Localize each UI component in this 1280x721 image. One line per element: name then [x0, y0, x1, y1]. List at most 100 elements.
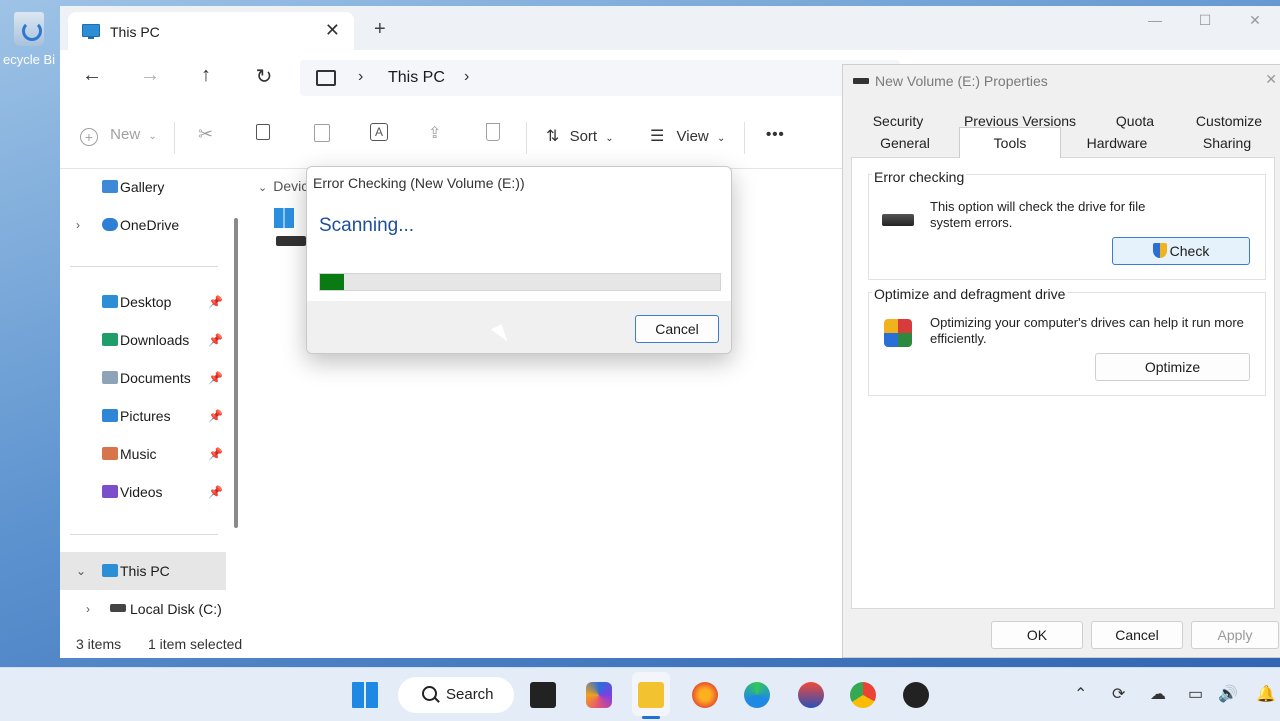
cloud-icon — [102, 218, 118, 231]
error-checking-description: This option will check the drive for fil… — [930, 199, 1146, 230]
chevron-down-icon: ⌄ — [258, 182, 268, 194]
chevron-right-icon[interactable]: › — [358, 68, 363, 86]
new-button[interactable]: + New ⌄ — [80, 126, 157, 146]
display-icon[interactable]: ▭ — [1188, 684, 1203, 704]
selection-count: 1 item selected — [148, 636, 243, 652]
content-group-header[interactable]: ⌄ Devic — [258, 178, 308, 194]
pin-icon[interactable]: 📌 — [208, 473, 223, 511]
drive-icon — [110, 604, 126, 612]
start-button[interactable] — [352, 682, 378, 708]
tab-general[interactable]: General — [855, 135, 955, 151]
window-controls: — ☐ ✕ — [1130, 6, 1280, 36]
pin-icon[interactable]: 📌 — [208, 435, 223, 473]
audio-app-icon[interactable] — [798, 682, 824, 708]
sync-icon[interactable]: ⟳ — [1112, 684, 1125, 704]
sidebar-item-gallery[interactable]: Gallery — [60, 168, 226, 206]
chrome-icon[interactable] — [850, 682, 876, 708]
tab-sharing[interactable]: Sharing — [1179, 135, 1275, 151]
cloud-offline-icon[interactable]: ☁ — [1150, 684, 1166, 704]
back-button[interactable]: ← — [78, 64, 106, 87]
optimize-button[interactable]: Optimize — [1095, 353, 1250, 381]
pin-icon[interactable]: 📌 — [208, 359, 223, 397]
media-player-icon[interactable] — [903, 682, 929, 708]
chevron-down-icon: ⌄ — [716, 133, 726, 144]
tab-this-pc[interactable]: This PC ✕ — [68, 12, 354, 52]
cancel-button[interactable]: Cancel — [1091, 621, 1183, 649]
item-count: 3 items — [76, 636, 122, 652]
address-bar[interactable]: › This PC › — [300, 60, 900, 96]
delete-icon[interactable] — [486, 123, 500, 145]
volume-icon[interactable]: 🔊 — [1218, 684, 1238, 704]
sidebar-item-music[interactable]: Music 📌 — [60, 435, 226, 473]
drive-icon[interactable] — [276, 236, 306, 246]
tools-panel: Error checking This option will check th… — [851, 157, 1275, 609]
pin-icon[interactable]: 📌 — [208, 321, 223, 359]
sidebar-item-local-disk[interactable]: › Local Disk (C:) — [60, 590, 226, 628]
sidebar-item-videos[interactable]: Videos 📌 — [60, 473, 226, 511]
edge-icon[interactable] — [744, 682, 770, 708]
new-tab-button[interactable]: + — [374, 18, 386, 41]
sidebar-item-downloads[interactable]: Downloads 📌 — [60, 321, 226, 359]
properties-title: New Volume (E:) Properties — [875, 73, 1048, 89]
forward-button[interactable]: → — [136, 64, 164, 87]
notification-bell-icon[interactable]: 🔔 — [1256, 684, 1276, 704]
copilot-icon[interactable] — [586, 682, 612, 708]
sidebar-item-documents[interactable]: Documents 📌 — [60, 359, 226, 397]
defragment-icon — [884, 319, 912, 347]
sort-icon: ⇅ — [546, 128, 560, 145]
chevron-right-icon[interactable]: › — [76, 206, 80, 244]
rename-icon[interactable]: A — [370, 123, 388, 141]
firefox-icon[interactable] — [692, 682, 718, 708]
close-button[interactable]: ✕ — [1230, 6, 1280, 34]
sidebar-item-this-pc[interactable]: ⌄ This PC — [60, 552, 226, 590]
recycle-bin-shortcut[interactable]: ecycle Bi — [0, 8, 58, 78]
tab-tools[interactable]: Tools — [959, 127, 1061, 158]
sort-button[interactable]: ⇅ Sort ⌄ — [546, 126, 614, 146]
pictures-folder-icon — [102, 409, 118, 422]
tab-close-icon[interactable]: ✕ — [325, 20, 340, 41]
pin-icon[interactable]: 📌 — [208, 283, 223, 321]
tab-quota[interactable]: Quota — [1095, 113, 1175, 129]
gallery-icon — [102, 180, 118, 193]
drive-icon — [853, 78, 869, 84]
windows-drive-icon[interactable] — [274, 208, 294, 228]
sidebar-item-desktop[interactable]: Desktop 📌 — [60, 283, 226, 321]
sidebar-item-onedrive[interactable]: › OneDrive — [60, 206, 226, 244]
share-icon[interactable]: ⇪ — [428, 123, 441, 143]
up-button[interactable]: ↑ — [192, 64, 220, 87]
task-view-icon[interactable] — [530, 682, 556, 708]
tab-security[interactable]: Security — [855, 113, 941, 129]
chevron-down-icon[interactable]: ⌄ — [76, 552, 86, 590]
sidebar-item-label: Videos — [120, 484, 163, 500]
tab-hardware[interactable]: Hardware — [1069, 135, 1165, 151]
more-options-button[interactable]: ••• — [766, 126, 785, 143]
minimize-button[interactable]: — — [1130, 6, 1180, 34]
sidebar-item-label: Gallery — [120, 179, 165, 195]
copy-icon[interactable] — [256, 124, 270, 144]
close-icon[interactable]: ✕ — [1265, 71, 1277, 88]
taskbar-search[interactable]: Search — [398, 677, 514, 713]
apply-button[interactable]: Apply — [1191, 621, 1279, 649]
chevron-right-icon[interactable]: › — [86, 590, 90, 628]
sidebar-item-pictures[interactable]: Pictures 📌 — [60, 397, 226, 435]
refresh-button[interactable]: ↻ — [250, 64, 278, 89]
file-explorer-icon[interactable] — [638, 682, 664, 708]
ok-button[interactable]: OK — [991, 621, 1083, 649]
sidebar-item-label: Desktop — [120, 294, 172, 310]
chevron-up-icon[interactable]: ⌃ — [1074, 684, 1087, 704]
cancel-button[interactable]: Cancel — [635, 315, 719, 343]
chevron-right-icon[interactable]: › — [464, 68, 469, 86]
breadcrumb-this-pc[interactable]: This PC — [388, 69, 445, 87]
view-button[interactable]: ☰ View ⌄ — [650, 126, 725, 146]
error-checking-dialog: Error Checking (New Volume (E:)) Scannin… — [306, 166, 732, 354]
music-folder-icon — [102, 447, 118, 460]
pin-icon[interactable]: 📌 — [208, 397, 223, 435]
sidebar-scrollbar[interactable] — [234, 218, 238, 528]
tab-customize[interactable]: Customize — [1183, 113, 1275, 129]
paste-icon[interactable] — [314, 124, 330, 146]
maximize-button[interactable]: ☐ — [1180, 6, 1230, 34]
recycle-bin-label: ecycle Bi — [2, 52, 56, 67]
check-button[interactable]: Check — [1112, 237, 1250, 265]
check-button-label: Check — [1169, 243, 1210, 259]
cut-icon[interactable]: ✂ — [198, 124, 213, 145]
